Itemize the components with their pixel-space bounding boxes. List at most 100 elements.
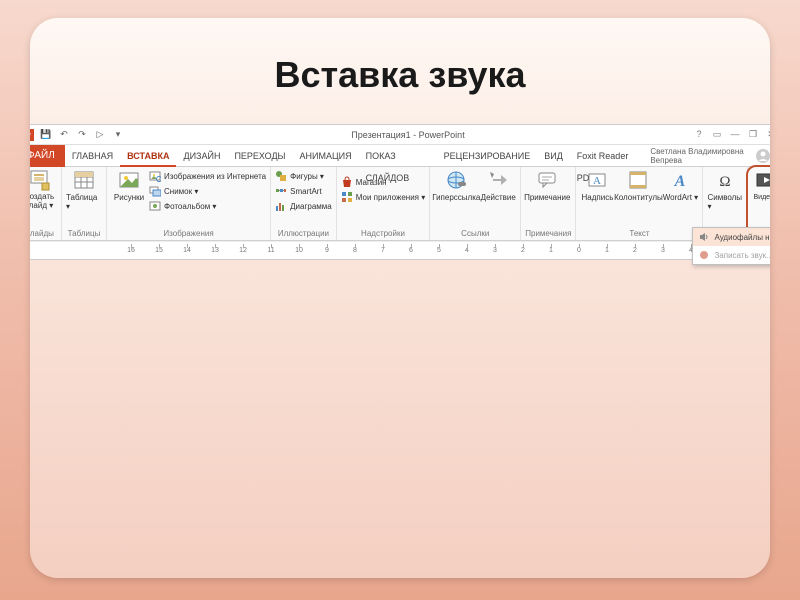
video-button[interactable]: Видео ▾ xyxy=(752,169,770,201)
hyperlink-icon xyxy=(445,169,467,191)
tab-animation[interactable]: АНИМАЦИЯ xyxy=(293,145,359,167)
ruler-tick: 12 xyxy=(229,247,257,254)
qat-customize-icon[interactable]: ▾ xyxy=(111,128,125,142)
action-icon xyxy=(487,169,509,191)
ruler-tick: 14 xyxy=(173,247,201,254)
ruler-tick: 2 xyxy=(509,247,537,254)
video-icon xyxy=(755,169,770,191)
hyperlink-button[interactable]: Гиперссылка xyxy=(434,169,478,202)
textbox-icon: A xyxy=(586,169,608,191)
online-pictures-button[interactable]: Изображения из Интернета xyxy=(149,169,266,183)
new-slide-label: Создать слайд ▾ xyxy=(30,193,57,211)
group-links-label: Ссылки xyxy=(434,228,516,240)
new-slide-icon xyxy=(30,169,50,191)
ribbon-toolbar: Создать слайд ▾ Слайды Таблица ▾ Таблицы xyxy=(30,167,770,241)
chart-icon xyxy=(275,200,287,212)
online-pictures-label: Изображения из Интернета xyxy=(164,172,266,181)
hyperlink-label: Гиперссылка xyxy=(432,193,480,202)
close-icon[interactable]: ✕ xyxy=(763,129,770,140)
comment-button[interactable]: Примечание xyxy=(525,169,569,202)
my-apps-button[interactable]: Мои приложения ▾ xyxy=(341,190,426,204)
tab-slideshow[interactable]: ПОКАЗ СЛАЙДОВ xyxy=(359,145,437,167)
record-small-icon xyxy=(698,249,710,261)
textbox-button[interactable]: A Надпись xyxy=(580,169,614,202)
tab-foxit[interactable]: Foxit Reader PDF xyxy=(570,145,645,167)
audio-from-file-item[interactable]: Аудиофайлы на компьютере... xyxy=(693,228,770,246)
ruler-tick: 3 xyxy=(481,247,509,254)
restore-icon[interactable]: ❐ xyxy=(745,129,761,140)
account-name[interactable]: Светлана Владимировна Вепрева ▾ xyxy=(644,147,770,165)
qat-undo-icon[interactable]: ↶ xyxy=(57,128,71,142)
ruler-tick: 13 xyxy=(201,247,229,254)
tab-design[interactable]: ДИЗАЙН xyxy=(176,145,227,167)
store-button[interactable]: Магазин xyxy=(341,175,426,189)
pictures-button[interactable]: Рисунки xyxy=(111,169,147,202)
group-illustrations: Фигуры ▾ SmartArt Диаграмма Иллюстрации xyxy=(271,167,337,240)
avatar-icon xyxy=(756,149,770,163)
tab-transitions[interactable]: ПЕРЕХОДЫ xyxy=(227,145,292,167)
tab-view[interactable]: ВИД xyxy=(537,145,570,167)
title-bar: P 💾 ↶ ↷ ▷ ▾ Презентация1 - PowerPoint ? … xyxy=(30,125,770,145)
qat-save-icon[interactable]: 💾 xyxy=(39,128,53,142)
pictures-label: Рисунки xyxy=(114,193,144,202)
ruler-tick: 15 xyxy=(145,247,173,254)
screenshot-button[interactable]: Снимок ▾ xyxy=(149,184,266,198)
symbols-button[interactable]: Ω Символы ▾ xyxy=(707,169,743,211)
wordart-button[interactable]: A WordArt ▾ xyxy=(662,169,698,202)
speaker-small-icon xyxy=(698,231,710,243)
ruler-tick: 8 xyxy=(341,247,369,254)
shapes-icon xyxy=(275,170,287,182)
tab-insert[interactable]: ВСТАВКА xyxy=(120,145,176,167)
horizontal-ruler: 16 15 14 13 12 11 10 9 8 7 6 5 4 3 2 1 0… xyxy=(30,241,770,259)
action-label: Действие xyxy=(481,193,516,202)
ruler-tick: 0 xyxy=(565,247,593,254)
group-images: Рисунки Изображения из Интернета Снимок … xyxy=(107,167,271,240)
new-slide-button[interactable]: Создать слайд ▾ xyxy=(30,169,57,211)
ruler-tick: 4 xyxy=(453,247,481,254)
ruler-tick: 7 xyxy=(369,247,397,254)
screenshot-label: Снимок ▾ xyxy=(164,187,198,196)
ruler-tick: 11 xyxy=(257,247,285,254)
group-comments: Примечание Примечания xyxy=(521,167,576,240)
group-images-label: Изображения xyxy=(111,228,266,240)
action-button[interactable]: Действие xyxy=(480,169,516,202)
minimize-icon[interactable]: — xyxy=(727,129,743,140)
powerpoint-ribbon-screenshot: P 💾 ↶ ↷ ▷ ▾ Презентация1 - PowerPoint ? … xyxy=(30,124,770,260)
pictures-icon xyxy=(118,169,140,191)
online-pictures-icon xyxy=(149,170,161,182)
smartart-button[interactable]: SmartArt xyxy=(275,184,332,198)
audio-record-item[interactable]: Записать звук... xyxy=(693,246,770,264)
photo-album-icon xyxy=(149,200,161,212)
shapes-button[interactable]: Фигуры ▾ xyxy=(275,169,332,183)
tab-review[interactable]: РЕЦЕНЗИРОВАНИЕ xyxy=(437,145,538,167)
comment-icon xyxy=(536,169,558,191)
audio-record-label: Записать звук... xyxy=(714,251,770,260)
group-text-label: Текст xyxy=(580,228,698,240)
qat-start-icon[interactable]: ▷ xyxy=(93,128,107,142)
group-tables: Таблица ▾ Таблицы xyxy=(62,167,107,240)
svg-text:A: A xyxy=(593,175,601,187)
comment-label: Примечание xyxy=(524,193,570,202)
my-apps-label: Мои приложения ▾ xyxy=(356,193,426,202)
header-footer-label: Колонтитулы xyxy=(614,193,663,202)
table-button[interactable]: Таблица ▾ xyxy=(66,169,102,211)
photo-album-label: Фотоальбом ▾ xyxy=(164,202,216,211)
tab-home[interactable]: ГЛАВНАЯ xyxy=(65,145,120,167)
tab-file[interactable]: ФАЙЛ xyxy=(30,145,65,167)
table-label: Таблица ▾ xyxy=(66,193,102,211)
audio-from-file-label: Аудиофайлы на компьютере... xyxy=(714,233,770,242)
chart-button[interactable]: Диаграмма xyxy=(275,199,332,213)
svg-text:A: A xyxy=(674,173,686,190)
symbols-label: Символы ▾ xyxy=(707,193,743,211)
photo-album-button[interactable]: Фотоальбом ▾ xyxy=(149,199,266,213)
qat-redo-icon[interactable]: ↷ xyxy=(75,128,89,142)
svg-text:Ω: Ω xyxy=(720,174,731,190)
help-icon[interactable]: ? xyxy=(691,129,707,140)
header-footer-button[interactable]: Колонтитулы xyxy=(616,169,660,202)
group-slides-label: Слайды xyxy=(30,228,57,240)
ruler-tick: 2 xyxy=(621,247,649,254)
ribbon-options-icon[interactable]: ▭ xyxy=(709,129,725,140)
group-media: Видео ▾ Звук ▾ Запись экрана . xyxy=(748,167,770,240)
symbols-icon: Ω xyxy=(714,169,736,191)
group-tables-label: Таблицы xyxy=(66,228,102,240)
